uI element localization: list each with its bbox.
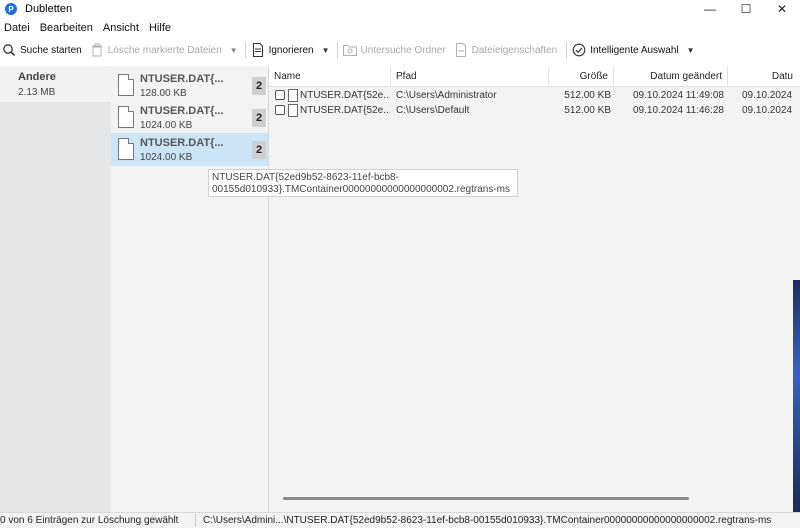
horizontal-scrollbar[interactable] [283,497,689,500]
ignore-doc-icon [251,43,265,57]
group-file-size: 128.00 KB [140,88,187,99]
trash-icon [90,43,104,57]
delete-dropdown-icon[interactable]: ▼ [230,46,238,55]
group-count-badge: 2 [252,141,266,159]
window-title: Dubletten [25,3,73,15]
cell-path: C:\Users\Default [396,105,470,116]
file-icon [118,138,134,160]
file-name-tooltip: NTUSER.DAT{52ed9b52-8623-11ef-bcb8- 0015… [208,169,518,197]
toolbar-divider [566,42,568,58]
delete-marked-label: Lösche markierte Dateien [107,44,222,56]
maximize-button[interactable]: ☐ [728,0,764,18]
group-count-badge: 2 [252,109,266,127]
title-bar: P Dubletten — ☐ ✕ [0,0,800,18]
duplicate-group-item[interactable]: NTUSER.DAT{... 1024.00 KB 2 [111,101,268,134]
cell-name: NTUSER.DAT{52e... [300,90,390,101]
examine-folder-button[interactable]: Untersuche Ordner [341,39,452,61]
menu-datei[interactable]: Datei [0,22,36,34]
check-circle-icon [572,43,586,57]
smart-select-dropdown-icon[interactable]: ▼ [687,46,695,55]
search-start-button[interactable]: Suche starten [0,39,88,61]
cell-path: C:\Users\Administrator [396,90,497,101]
file-icon [288,104,298,117]
duplicate-groups-panel: NTUSER.DAT{... 128.00 KB 2 NTUSER.DAT{..… [111,66,268,512]
table-row[interactable]: NTUSER.DAT{52e... C:\Users\Default 512.0… [269,103,800,118]
group-file-name: NTUSER.DAT{... [140,137,224,149]
file-properties-label: Dateieigenschaften [471,44,558,56]
files-table: Name Pfad Größe Datum geändert Datu NTUS… [268,66,800,512]
window-controls: — ☐ ✕ [692,0,800,18]
app-icon: P [5,3,17,15]
cell-extra: 09.10.2024 [742,90,793,101]
status-divider [195,514,196,527]
row-checkbox[interactable] [275,105,285,115]
status-selection-count: 0 von 6 Einträgen zur Löschung gewählt [0,515,179,526]
minimize-button[interactable]: — [692,0,728,18]
column-header-modified[interactable]: Datum geändert [614,66,728,87]
cell-size: 512.00 KB [564,105,611,116]
duplicate-group-item[interactable]: NTUSER.DAT{... 128.00 KB 2 [111,69,268,102]
file-properties-icon [454,43,468,57]
tooltip-line: NTUSER.DAT{52ed9b52-8623-11ef-bcb8- [212,172,399,183]
file-properties-button[interactable]: Dateieigenschaften [452,39,564,61]
menu-ansicht[interactable]: Ansicht [99,22,145,34]
group-file-size: 1024.00 KB [140,152,193,163]
column-header-path[interactable]: Pfad [391,66,549,87]
cell-modified: 09.10.2024 11:46:28 [632,105,724,116]
ignore-button[interactable]: Ignorieren [249,39,320,61]
duplicate-group-item-selected[interactable]: NTUSER.DAT{... 1024.00 KB 2 [111,133,268,166]
row-checkbox[interactable] [275,90,285,100]
toolbar: Suche starten Lösche markierte Dateien ▼… [0,38,800,62]
category-item-andere[interactable]: Andere 2.13 MB [0,66,111,102]
status-file-path: C:\Users\Admini...\NTUSER.DAT{52ed9b52-8… [203,515,772,526]
cell-name: NTUSER.DAT{52e... [300,105,390,116]
search-icon [2,43,16,57]
file-icon [118,106,134,128]
tooltip-line: 00155d010933}.TMContainer000000000000000… [212,184,511,195]
close-button[interactable]: ✕ [764,0,800,18]
category-title: Andere [18,71,56,83]
file-icon [118,74,134,96]
smart-select-label: Intelligente Auswahl [590,44,679,56]
category-panel: Andere 2.13 MB [0,66,111,512]
delete-marked-button[interactable]: Lösche markierte Dateien [88,39,228,61]
main-area: Andere 2.13 MB NTUSER.DAT{... 128.00 KB … [0,66,800,512]
search-start-label: Suche starten [20,44,82,56]
menu-hilfe[interactable]: Hilfe [145,22,177,34]
cell-modified: 09.10.2024 11:49:08 [632,90,724,101]
examine-folder-label: Untersuche Ordner [360,44,446,56]
table-header: Name Pfad Größe Datum geändert Datu [269,66,800,87]
file-icon [288,89,298,102]
desktop-background-edge [793,280,800,512]
cell-size: 512.00 KB [564,90,611,101]
group-count-badge: 2 [252,77,266,95]
column-header-name[interactable]: Name [269,66,391,87]
ignore-dropdown-icon[interactable]: ▼ [322,46,330,55]
status-bar: 0 von 6 Einträgen zur Löschung gewählt C… [0,512,800,528]
toolbar-divider [336,42,338,58]
category-size: 2.13 MB [18,87,56,98]
group-file-name: NTUSER.DAT{... [140,105,224,117]
menu-bar: Datei Bearbeiten Ansicht Hilfe [0,18,800,38]
table-row[interactable]: NTUSER.DAT{52e... C:\Users\Administrator… [269,88,800,103]
column-header-size[interactable]: Größe [549,66,614,87]
cell-extra: 09.10.2024 [742,105,793,116]
menu-bearbeiten[interactable]: Bearbeiten [36,22,99,34]
folder-search-icon [342,43,357,57]
column-header-extra[interactable]: Datu [728,66,800,87]
ignore-label: Ignorieren [268,44,314,56]
smart-select-button[interactable]: Intelligente Auswahl [570,39,684,61]
group-file-size: 1024.00 KB [140,120,193,131]
toolbar-divider [244,42,246,58]
group-file-name: NTUSER.DAT{... [140,73,224,85]
